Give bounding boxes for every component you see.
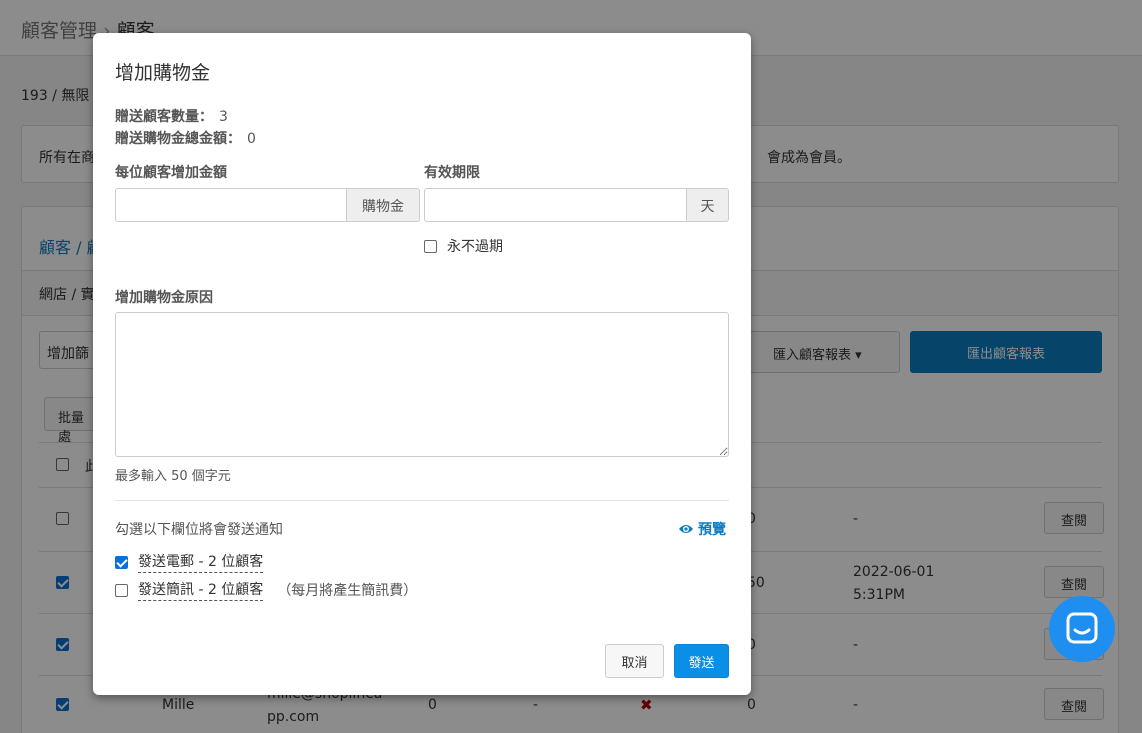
email-checkbox[interactable]: [115, 555, 128, 569]
never-expire-label: 永不過期: [447, 239, 503, 255]
eye-icon: [679, 525, 693, 533]
expiry-addon: 天: [686, 188, 729, 222]
never-expire-option[interactable]: 永不過期: [424, 236, 503, 256]
credit-total-label: 贈送購物金總金額：: [115, 131, 241, 147]
add-store-credit-modal: 增加購物金 贈送顧客數量： 3 贈送購物金總金額： 0 每位顧客增加金額 購物金 有…: [93, 33, 751, 695]
sms-fee-note: （每月將產生簡訊費）: [277, 583, 418, 599]
sms-checkbox[interactable]: [115, 583, 128, 597]
reason-label: 增加購物金原因: [115, 290, 213, 306]
reason-hint: 最多輸入 50 個字元: [115, 469, 231, 484]
send-button[interactable]: 發送: [674, 644, 729, 678]
preview-link[interactable]: 預覽: [678, 519, 726, 539]
expiry-label: 有效期限: [424, 165, 480, 181]
amount-input[interactable]: [115, 188, 346, 222]
customer-count-label: 贈送顧客數量：: [115, 109, 213, 125]
notify-label: 勾選以下欄位將會發送通知: [115, 522, 283, 538]
expiry-input-group: 天: [424, 188, 729, 222]
modal-title: 增加購物金: [115, 62, 211, 84]
sms-option-label: 發送簡訊 - 2 位顧客: [138, 579, 264, 601]
email-option[interactable]: 發送電郵 - 2 位顧客: [115, 551, 264, 573]
customer-count-value: 3: [219, 109, 228, 125]
preview-label: 預覽: [698, 522, 726, 538]
sms-option[interactable]: 發送簡訊 - 2 位顧客 （每月將產生簡訊費）: [115, 579, 417, 601]
chat-bubble-icon: [1066, 612, 1098, 644]
credit-total-value: 0: [247, 131, 256, 147]
amount-input-group: 購物金: [115, 188, 420, 222]
expiry-days-input[interactable]: [424, 188, 686, 222]
chat-launcher[interactable]: [1049, 596, 1115, 662]
never-expire-checkbox[interactable]: [424, 239, 437, 253]
reason-textarea[interactable]: [115, 312, 729, 457]
customer-count: 贈送顧客數量： 3: [115, 106, 228, 126]
credit-total: 贈送購物金總金額： 0: [115, 128, 256, 148]
amount-label: 每位顧客增加金額: [115, 165, 227, 181]
divider: [115, 500, 729, 501]
amount-addon: 購物金: [346, 188, 420, 222]
email-option-label: 發送電郵 - 2 位顧客: [138, 551, 264, 573]
cancel-button[interactable]: 取消: [605, 644, 664, 678]
